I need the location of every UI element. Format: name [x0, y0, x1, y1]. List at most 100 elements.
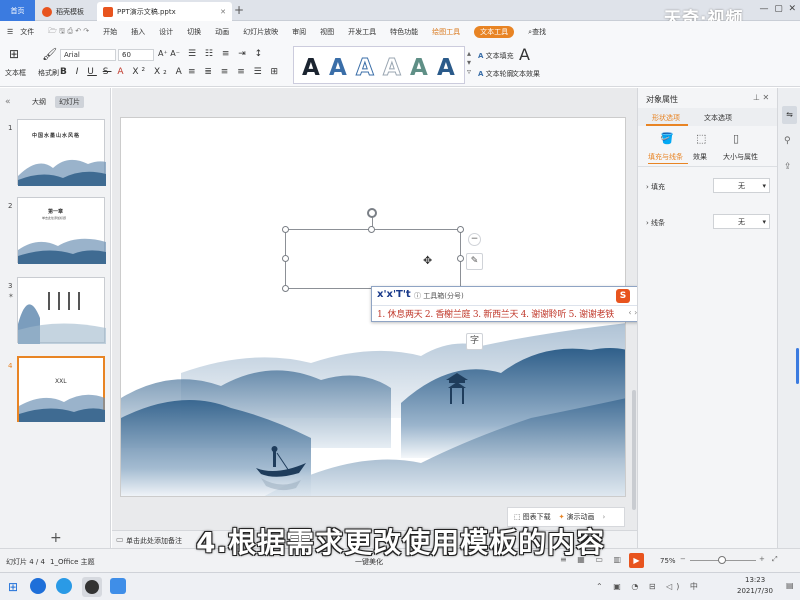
windows-start-icon[interactable]: ⊞ — [8, 580, 18, 594]
resize-handle[interactable] — [282, 285, 289, 292]
fill-select[interactable]: 无 ▾ — [713, 178, 770, 193]
text-box-icon[interactable]: ⊞ — [9, 47, 19, 61]
side-scroll-indicator[interactable] — [796, 348, 799, 384]
menu-item[interactable]: 插入 — [131, 27, 145, 37]
fit-window-icon[interactable]: ⤢ — [772, 555, 778, 564]
menu-drawing-tools[interactable]: 绘图工具 — [432, 27, 460, 37]
font-style-icons[interactable]: B I U S A X² X₂ A — [60, 67, 185, 77]
effects-icon[interactable]: ⬚ — [696, 132, 706, 145]
resize-handle[interactable] — [457, 226, 464, 233]
menu-item[interactable]: 特色功能 — [390, 27, 418, 37]
ime-candidate-window[interactable]: x'x'T't ⓘ 工具箱(分号) S 1. 休息两天 2. 香榭兰庭 3. 新… — [371, 286, 649, 322]
menu-text-tools[interactable]: 文本工具 — [474, 26, 515, 38]
wordart-style[interactable]: A — [329, 55, 347, 81]
tab-slides[interactable]: 幻灯片 — [55, 96, 84, 108]
close-window-icon[interactable]: ✕ — [788, 4, 796, 14]
panel-pin-close-icons[interactable]: ⊥ ✕ — [753, 93, 769, 102]
slide-thumbnail-3[interactable] — [17, 277, 106, 344]
slide-thumbnail-1[interactable]: 中国水墨山水风格 — [17, 119, 106, 186]
add-slide-button[interactable]: + — [50, 530, 62, 546]
tab-shape-options[interactable]: 形状选项 — [652, 113, 680, 123]
tab-home[interactable]: 首页 — [0, 0, 35, 21]
line-section-label[interactable]: › 线条 — [646, 218, 665, 228]
font-name-select[interactable]: Arial — [60, 49, 116, 61]
selected-text-box[interactable] — [285, 229, 461, 289]
font-size-select[interactable]: 60 — [118, 49, 154, 61]
media-player-icon[interactable] — [85, 580, 99, 594]
menu-item[interactable]: 幻灯片放映 — [243, 27, 278, 37]
browser-icon[interactable] — [30, 578, 46, 594]
zoom-out-icon[interactable]: − — [680, 555, 686, 563]
collapse-panel-icon[interactable]: « — [5, 97, 11, 107]
subtab-size[interactable]: 大小与属性 — [723, 152, 758, 162]
tab-outline[interactable]: 大纲 — [32, 97, 46, 107]
collapse-icon[interactable]: − — [468, 233, 481, 246]
slide-thumbnail-4[interactable]: XXL — [17, 356, 105, 422]
fill-section-label[interactable]: › 填充 — [646, 182, 665, 192]
wps-icon[interactable] — [110, 578, 126, 594]
properties-toggle-icon[interactable]: ⇋ — [782, 106, 797, 124]
close-tab-icon[interactable]: ✕ — [220, 8, 226, 16]
notes-placeholder[interactable]: 单击此处添加备注 — [126, 536, 182, 546]
wordart-style[interactable]: A — [356, 55, 375, 82]
subtab-effects[interactable]: 效果 — [693, 152, 707, 162]
slide-thumbnail-2[interactable]: 第一章 单击此处添加标题 — [17, 197, 106, 264]
wordart-gallery[interactable]: A A A A A A — [293, 46, 465, 84]
minimize-icon[interactable]: — — [759, 4, 768, 14]
text-box-button[interactable]: 文本框 — [5, 68, 26, 78]
hamburger-icon[interactable]: ☰ — [7, 28, 13, 36]
notification-icon[interactable]: ▤ — [786, 581, 794, 590]
resize-handle[interactable] — [282, 226, 289, 233]
size-icon[interactable]: ▯ — [733, 132, 739, 145]
share-icon[interactable]: ⇪ — [784, 162, 792, 172]
menu-file[interactable]: 文件 — [20, 27, 34, 37]
line-select[interactable]: 无 ▾ — [713, 214, 770, 229]
format-painter-button[interactable]: 格式刷 — [38, 68, 59, 78]
ime-candidates[interactable]: 1. 休息两天 2. 香榭兰庭 3. 新西兰天 4. 谢谢聆听 5. 谢谢老铁 — [377, 307, 614, 320]
gallery-scroll-icon[interactable]: ▴ ▾ ▿ — [467, 49, 471, 76]
wordart-style[interactable]: A — [383, 55, 402, 82]
menu-item[interactable]: 切换 — [187, 27, 201, 37]
resize-handle[interactable] — [368, 226, 375, 233]
tab-template[interactable]: 稻壳模板 — [36, 2, 96, 21]
paragraph-icons[interactable]: ☰ ☷ ≡ ⇥ ↕ — [188, 49, 265, 59]
font-grow-icon[interactable]: A⁺ A⁻ — [158, 49, 180, 58]
wordart-style[interactable]: A — [437, 55, 455, 81]
menu-item[interactable]: 开发工具 — [348, 27, 376, 37]
text-outline-button[interactable]: A 文本轮廓 — [478, 69, 514, 79]
wordart-style[interactable]: A — [302, 55, 320, 81]
zoom-level[interactable]: 75% — [660, 557, 676, 565]
resize-handle[interactable] — [457, 255, 464, 262]
ime-toolbox-hint[interactable]: ⓘ 工具箱(分号) — [414, 291, 464, 301]
menu-item[interactable]: 动画 — [215, 27, 229, 37]
tab-text-options[interactable]: 文本选项 — [704, 113, 732, 123]
pin-icon[interactable]: ⚲ — [784, 136, 791, 146]
quick-access-icons[interactable]: 🗁 🖫 ⎙ ↶ ↷ — [48, 27, 89, 38]
rotate-handle[interactable] — [367, 208, 377, 218]
maximize-icon[interactable]: ▢ — [774, 4, 783, 14]
menu-item[interactable]: 开始 — [103, 27, 117, 37]
qq-browser-icon[interactable] — [56, 578, 72, 594]
tab-document[interactable]: PPT演示文稿.pptx ✕ — [97, 2, 232, 21]
new-tab-button[interactable]: + — [234, 3, 244, 17]
canvas-scrollbar[interactable] — [632, 390, 636, 510]
menu-item[interactable]: 视图 — [320, 27, 334, 37]
chevron-right-icon[interactable]: › — [603, 513, 606, 521]
align-icons[interactable]: ≡ ≣ ≡ ≡ ☰ ⊞ — [188, 67, 281, 77]
fill-bucket-icon[interactable]: 🪣 — [660, 132, 674, 145]
format-painter-icon[interactable]: 🖌 — [42, 47, 57, 61]
search-box[interactable]: ⌕查找 — [528, 27, 546, 37]
wordart-style[interactable]: A — [410, 55, 428, 81]
text-effects-button[interactable]: 文本效果 — [512, 69, 540, 79]
pen-icon[interactable]: ✎ — [466, 253, 483, 270]
menu-item[interactable]: 设计 — [159, 27, 173, 37]
zoom-in-icon[interactable]: + — [759, 555, 765, 563]
zoom-slider-thumb[interactable] — [718, 556, 726, 564]
text-effects-icon[interactable]: A — [519, 45, 530, 64]
subtab-fill-line[interactable]: 填充与线条 — [648, 152, 683, 162]
text-fill-button[interactable]: A 文本填充 — [478, 51, 514, 61]
font-tool-icon[interactable]: 字 — [466, 333, 483, 350]
system-tray-icons[interactable]: ⌃ ▣ ◔ ⊟ ◁) 中 — [596, 581, 702, 592]
menu-item[interactable]: 审阅 — [292, 27, 306, 37]
play-slideshow-icon[interactable]: ▶ — [629, 553, 644, 568]
